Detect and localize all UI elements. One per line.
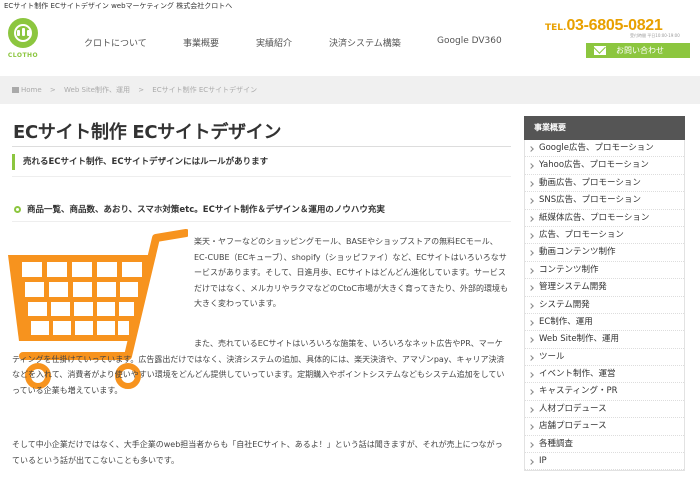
chevron-right-icon	[528, 198, 534, 205]
logo[interactable]: CLOTHO	[6, 18, 40, 68]
chevron-right-icon	[528, 320, 534, 326]
sidebar-item-research[interactable]: 各種調査	[525, 436, 684, 454]
chevron-right-icon	[528, 285, 534, 291]
chevron-right-icon	[528, 267, 534, 274]
sidebar-item-tools[interactable]: ツール	[525, 349, 684, 367]
sidebar-item-google-ads[interactable]: Google広告、プロモーション	[525, 140, 684, 158]
chevron-right-icon	[528, 354, 534, 361]
chevron-right-icon	[528, 389, 534, 396]
sidebar-item-video-ads[interactable]: 動画広告、プロモーション	[525, 175, 684, 193]
contact-button-label: お問い合わせ	[616, 46, 664, 55]
tel-label: TEL.	[545, 23, 567, 33]
home-icon	[12, 87, 19, 93]
sidebar-item-website[interactable]: Web Site制作、運用	[525, 331, 684, 349]
chevron-right-icon	[528, 146, 534, 152]
chevron-right-icon	[528, 424, 534, 431]
chevron-right-icon	[528, 163, 534, 170]
sidebar-title: 事業概要	[524, 116, 685, 140]
nav-item-about[interactable]: クロトについて	[84, 36, 147, 49]
sidebar-item-system-dev[interactable]: システム開発	[525, 297, 684, 314]
section-heading-text: 商品一覧、商品数、あおり、スマホ対策etc。ECサイト制作＆デザイン＆運用のノウ…	[27, 205, 385, 215]
chevron-right-icon	[528, 250, 534, 257]
phone-number[interactable]: TEL.03-6805-0821	[545, 15, 663, 35]
chevron-right-icon	[528, 180, 534, 187]
nav-item-business[interactable]: 事業概要	[183, 36, 219, 49]
sidebar-item-ec[interactable]: EC制作、運用	[525, 314, 684, 332]
breadcrumb-current: ECサイト制作 ECサイトデザイン	[152, 86, 258, 94]
sidebar-item-video-content[interactable]: 動画コンテンツ制作	[525, 244, 684, 262]
sidebar-item-print-ads[interactable]: 紙媒体広告、プロモーション	[525, 210, 684, 227]
divider	[12, 176, 511, 177]
chevron-right-icon	[528, 233, 534, 239]
site-header: CLOTHO クロトについて 事業概要 実績紹介 決済システム構築 Google…	[0, 12, 700, 74]
page-title: ECサイト制作 ECサイトデザイン	[13, 122, 282, 143]
nav-item-dv360[interactable]: Google DV360	[437, 36, 502, 46]
body-paragraph: そして中小企業だけではなく、大手企業のweb担当者からも「自社ECサイト、あるよ…	[12, 440, 503, 465]
contact-button[interactable]: お問い合わせ	[586, 43, 690, 58]
sidebar-item-events[interactable]: イベント制作、運営	[525, 366, 684, 384]
breadcrumb-home[interactable]: Home	[21, 86, 42, 94]
sidebar-menu: Google広告、プロモーション Yahoo広告、プロモーション 動画広告、プロ…	[524, 140, 685, 472]
nav-item-works[interactable]: 実績紹介	[256, 36, 292, 49]
sidebar-item-ads[interactable]: 広告、プロモーション	[525, 227, 684, 245]
tel-number: 03-6805-0821	[566, 17, 663, 34]
chevron-right-icon	[528, 302, 534, 309]
chevron-right-icon	[528, 441, 534, 448]
sidebar-item-yahoo-ads[interactable]: Yahoo広告、プロモーション	[525, 157, 684, 175]
chevron-right-icon	[528, 459, 534, 465]
sidebar-item-casting[interactable]: キャスティング・PR	[525, 383, 684, 401]
body-paragraph: 楽天・ヤフーなどのショッピングモール、BASEやショップストアの無料ECモール、…	[194, 237, 508, 309]
sidebar-item-sns-ads[interactable]: SNS広告、プロモーション	[525, 192, 684, 210]
circle-bullet-icon	[14, 206, 21, 213]
breadcrumb: Home > Web Site制作、運用 > ECサイト制作 ECサイトデザイン	[0, 76, 700, 104]
divider	[12, 221, 511, 222]
chevron-right-icon	[528, 337, 534, 344]
sidebar-item-admin-system[interactable]: 管理システム開発	[525, 279, 684, 297]
divider	[12, 146, 511, 147]
section-heading: 商品一覧、商品数、あおり、スマホ対策etc。ECサイト制作＆デザイン＆運用のノウ…	[14, 203, 385, 215]
sidebar-item-content[interactable]: コンテンツ制作	[525, 262, 684, 280]
chevron-right-icon	[528, 407, 534, 413]
sidebar-item-ip[interactable]: IP	[525, 453, 684, 471]
logo-icon	[8, 18, 38, 48]
body-paragraph: また、売れているECサイトはいろいろな施策を、いろいろなネット広告やPR、マーケ…	[12, 339, 505, 395]
sidebar: 事業概要 Google広告、プロモーション Yahoo広告、プロモーション 動画…	[524, 116, 685, 472]
sidebar-item-store[interactable]: 店舗プロデュース	[525, 418, 684, 436]
logo-text: CLOTHO	[7, 52, 39, 59]
site-tagline: ECサイト制作 ECサイトデザイン webマーケティング 株式会社クロトへ	[4, 2, 233, 10]
nav-item-payment-system[interactable]: 決済システム構築	[329, 36, 401, 49]
mail-icon	[594, 46, 606, 55]
tel-hours: 受付時間 平日10:00-19:00	[630, 33, 680, 38]
chevron-right-icon	[528, 215, 534, 222]
chevron-right-icon	[528, 372, 534, 378]
sidebar-item-talent[interactable]: 人材プロデュース	[525, 401, 684, 419]
lead-text: 売れるECサイト制作、ECサイトデザインにはルールがあります	[12, 154, 268, 170]
breadcrumb-web[interactable]: Web Site制作、運用	[64, 86, 130, 94]
